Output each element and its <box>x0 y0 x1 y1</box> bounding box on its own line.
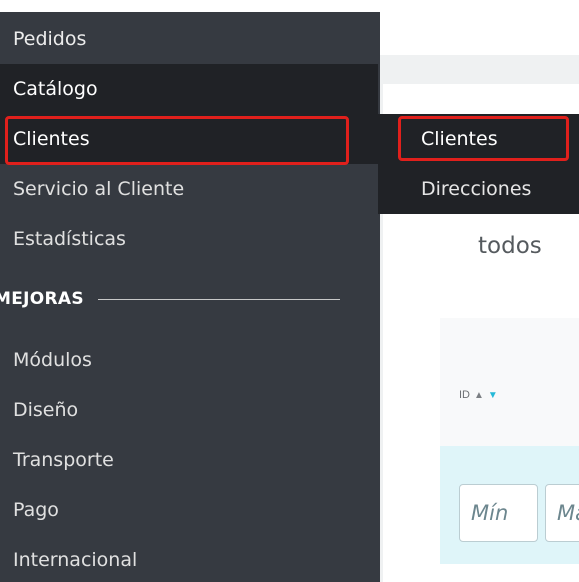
section-divider <box>97 298 340 300</box>
sort-descending-icon[interactable]: ▼ <box>488 390 498 401</box>
table-header <box>440 318 579 446</box>
sidebar-item-estadisticas[interactable]: Estadísticas <box>0 214 380 264</box>
sidebar-item-servicio-al-cliente[interactable]: Servicio al Cliente <box>0 164 380 214</box>
section-heading: MEJORAS <box>0 289 84 309</box>
submenu-item-direcciones[interactable]: Direcciones <box>378 164 579 214</box>
submenu-item-clientes[interactable]: Clientes <box>378 114 579 164</box>
sidebar-item-transporte[interactable]: Transporte <box>0 435 380 485</box>
id-column-label: ID <box>459 389 470 401</box>
id-min-filter-input[interactable]: Mín <box>459 484 538 542</box>
sidebar-item-pago[interactable]: Pago <box>0 485 380 535</box>
sort-ascending-icon[interactable]: ▲ <box>474 390 484 401</box>
sidebar-item-catalogo[interactable]: Catálogo <box>0 64 378 114</box>
id-max-filter-input[interactable]: Máx <box>545 484 579 542</box>
sidebar-section-mejoras: MEJORAS <box>0 279 380 319</box>
sidebar-item-internacional[interactable]: Internacional <box>0 535 380 582</box>
page: Selecci todos ID ▲ ▼ Mín Máx Pedidos Cat… <box>0 0 579 582</box>
sidebar-item-pedidos[interactable]: Pedidos <box>0 14 380 64</box>
sidebar-item-clientes[interactable]: Clientes <box>0 114 378 164</box>
clientes-submenu: Clientes Direcciones <box>378 114 579 214</box>
sidebar-item-modulos[interactable]: Módulos <box>0 335 380 385</box>
bulk-select-text-continued: todos <box>478 233 542 259</box>
sidebar-item-diseno[interactable]: Diseño <box>0 385 380 435</box>
id-column-header[interactable]: ID ▲ ▼ <box>459 389 498 401</box>
